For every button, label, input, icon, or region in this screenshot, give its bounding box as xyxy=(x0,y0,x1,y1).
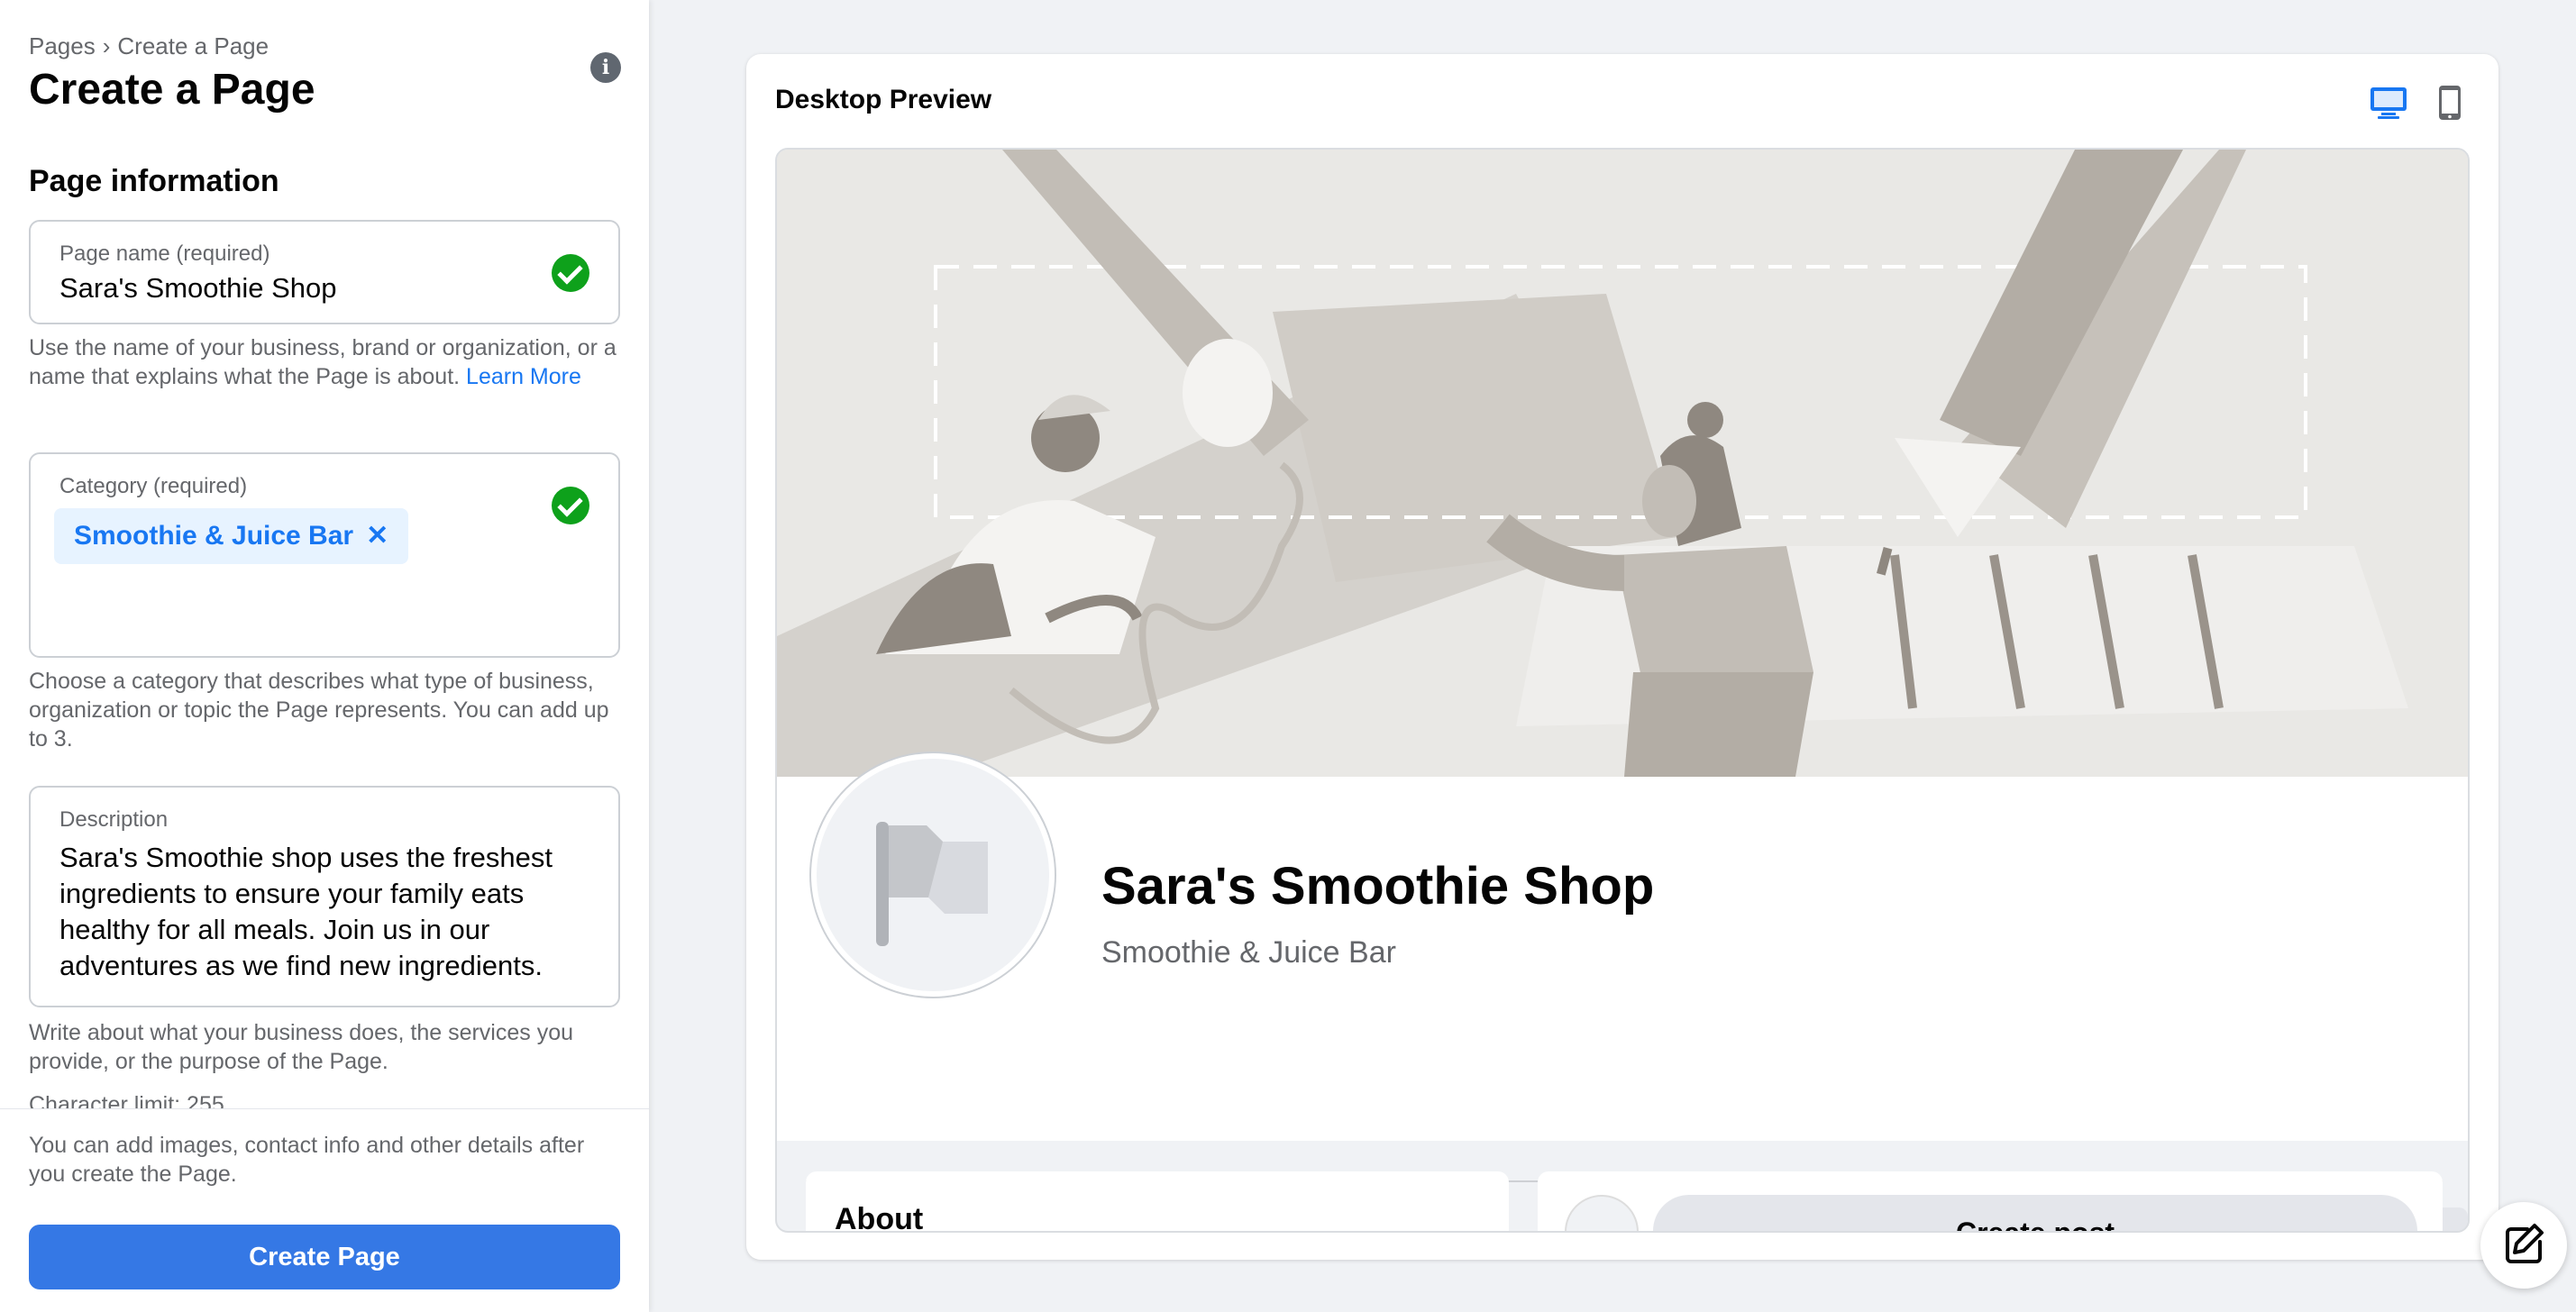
flag-icon xyxy=(876,822,988,946)
description-help: Write about what your business does, the… xyxy=(29,1020,574,1074)
cover-illustration xyxy=(777,150,2468,777)
about-title: About xyxy=(835,1202,924,1233)
valid-check-icon xyxy=(552,254,589,292)
info-icon[interactable]: i xyxy=(590,52,621,83)
edit-floating-button[interactable] xyxy=(2480,1202,2567,1289)
profile-picture xyxy=(811,753,1055,997)
breadcrumb-pages-link[interactable]: Pages xyxy=(29,32,96,59)
page-header: Sara's Smoothie Shop Smoothie & Juice Ba… xyxy=(777,753,2468,1231)
character-limit: Character limit: 255 xyxy=(29,1092,224,1108)
mini-avatar xyxy=(1565,1195,1639,1231)
mobile-icon[interactable] xyxy=(2434,85,2466,121)
breadcrumb: Pages › Create a Page xyxy=(29,32,269,60)
preview-card: Desktop Preview Sara's Smoothie Shop Smo… xyxy=(746,54,2498,1260)
page-title: Create a Page xyxy=(29,66,315,114)
category-field[interactable]: Category (required) Smoothie & Juice Bar… xyxy=(29,452,620,658)
preview-page-name: Sara's Smoothie Shop xyxy=(1101,857,1655,916)
category-chip-label: Smoothie & Juice Bar xyxy=(74,521,354,551)
page-preview-frame: Sara's Smoothie Shop Smoothie & Juice Ba… xyxy=(775,148,2470,1233)
page-name-help: Use the name of your business, brand or … xyxy=(29,333,624,391)
footer-note: You can add images, contact info and oth… xyxy=(29,1133,585,1187)
create-post-button[interactable]: Create post xyxy=(1653,1195,2417,1231)
page-name-label: Page name (required) xyxy=(59,241,270,266)
remove-category-icon[interactable]: ✕ xyxy=(366,508,388,564)
page-name-value[interactable]: Sara's Smoothie Shop xyxy=(59,272,337,305)
breadcrumb-current: Create a Page xyxy=(117,32,269,59)
compose-icon xyxy=(2506,1224,2544,1263)
description-field[interactable]: Description Sara's Smoothie shop uses th… xyxy=(29,786,620,1007)
page-name-field[interactable]: Page name (required) Sara's Smoothie Sho… xyxy=(29,220,620,324)
preview-title: Desktop Preview xyxy=(775,85,992,114)
description-label: Description xyxy=(59,807,169,832)
category-chip: Smoothie & Juice Bar ✕ xyxy=(54,508,409,564)
form-scroll-area[interactable]: Pages › Create a Page Create a Page i Page… xyxy=(0,0,649,1108)
sidebar-footer: You can add images, contact info and oth… xyxy=(0,1108,649,1312)
create-post-card: Create post xyxy=(1538,1171,2443,1231)
create-page-sidebar: Pages › Create a Page Create a Page i Page… xyxy=(0,0,649,1312)
learn-more-link[interactable]: Learn More xyxy=(466,364,581,389)
section-title: Page information xyxy=(29,164,279,198)
create-page-button[interactable]: Create Page xyxy=(29,1225,620,1289)
breadcrumb-separator: › xyxy=(102,32,111,59)
category-label: Category (required) xyxy=(59,474,248,498)
about-card: About xyxy=(806,1171,1509,1233)
desktop-icon[interactable] xyxy=(2369,85,2408,121)
valid-check-icon xyxy=(552,487,589,524)
preview-page-category: Smoothie & Juice Bar xyxy=(1101,935,1396,970)
category-help: Choose a category that describes what ty… xyxy=(29,669,609,752)
description-textarea[interactable]: Sara's Smoothie shop uses the freshest i… xyxy=(59,840,600,984)
